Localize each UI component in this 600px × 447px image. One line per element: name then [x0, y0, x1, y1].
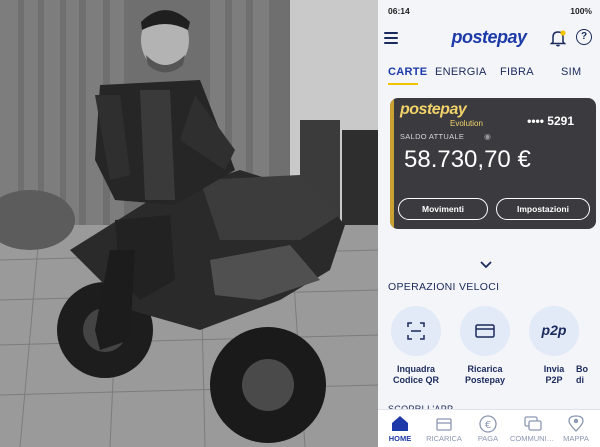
- nav-paga[interactable]: € PAGA: [466, 413, 510, 443]
- nav-label: MAPPA: [563, 434, 589, 443]
- impostazioni-button[interactable]: Impostazioni: [496, 198, 590, 220]
- status-bar: 06:14 100%: [378, 0, 600, 22]
- nav-label: RICARICA: [426, 434, 462, 443]
- home-icon: [378, 413, 422, 433]
- status-battery: 100%: [570, 6, 592, 16]
- help-icon[interactable]: ?: [576, 29, 592, 45]
- quick-op-partial[interactable]: Bo di: [576, 306, 600, 386]
- nav-label: PAGA: [477, 434, 499, 443]
- nav-home[interactable]: HOME: [378, 413, 422, 443]
- quick-op-qr[interactable]: Inquadra Codice QR: [381, 306, 451, 386]
- nav-ricarica[interactable]: RICARICA: [422, 413, 466, 443]
- card-brand: postepay: [400, 101, 467, 118]
- card-number: •••• 5291: [527, 114, 574, 128]
- movimenti-button[interactable]: Movimenti: [398, 198, 488, 220]
- product-tabs: CARTE ENERGIA FIBRA SIM: [378, 62, 600, 86]
- euro-icon: €: [466, 413, 510, 433]
- quick-op-label: di: [576, 375, 584, 385]
- p2p-icon: p2p: [529, 306, 579, 356]
- nav-community[interactable]: COMMUNI…: [510, 413, 554, 443]
- tab-carte[interactable]: CARTE: [388, 66, 427, 78]
- rider-photo: [0, 0, 378, 447]
- postepay-card[interactable]: postepay Evolution •••• 5291 SALDO ATTUA…: [390, 98, 596, 229]
- eye-icon[interactable]: ◉: [484, 132, 491, 141]
- tab-energia[interactable]: ENERGIA: [435, 66, 487, 78]
- app-bar: postepay ?: [378, 22, 600, 56]
- chevron-down-icon[interactable]: [479, 258, 493, 272]
- quick-op-label: Inquadra: [396, 364, 435, 374]
- balance-amount: 58.730,70 €: [404, 146, 531, 173]
- postepay-app-screen: 06:14 100% postepay ? CARTE ENERGIA FIBR…: [378, 0, 600, 447]
- card-subbrand: Evolution: [450, 119, 483, 128]
- balance-label: SALDO ATTUALE: [400, 132, 465, 141]
- card-gold-stripe: [390, 98, 394, 229]
- quick-op-label: Bo: [576, 364, 588, 374]
- map-pin-icon: [554, 413, 598, 433]
- quick-op-label: Codice QR: [392, 375, 439, 385]
- p2p-glyph: p2p: [541, 322, 567, 338]
- ricarica-icon: [422, 413, 466, 433]
- status-time: 06:14: [388, 6, 410, 16]
- nav-label: COMMUNI…: [510, 434, 555, 443]
- quick-op-label: Invia: [543, 364, 565, 374]
- quick-op-label: P2P: [545, 375, 563, 385]
- quick-op-label: Postepay: [464, 375, 506, 385]
- quick-op-ricarica[interactable]: Ricarica Postepay: [450, 306, 520, 386]
- notifications-bell-icon[interactable]: [548, 28, 568, 48]
- tab-sim[interactable]: SIM: [561, 66, 581, 78]
- qr-scan-icon: [391, 306, 441, 356]
- nav-label: HOME: [388, 434, 412, 443]
- card-icon: [460, 306, 510, 356]
- svg-text:€: €: [485, 420, 491, 431]
- nav-mappa[interactable]: MAPPA: [554, 413, 598, 443]
- quick-op-label: Ricarica: [467, 364, 503, 374]
- active-tab-indicator: [388, 83, 418, 85]
- chat-icon: [510, 413, 554, 433]
- bottom-nav: HOME RICARICA € PAGA COMMUNI… MAPPA: [378, 409, 600, 447]
- quick-ops-title: OPERAZIONI VELOCI: [388, 281, 500, 293]
- tab-fibra[interactable]: FIBRA: [500, 66, 534, 78]
